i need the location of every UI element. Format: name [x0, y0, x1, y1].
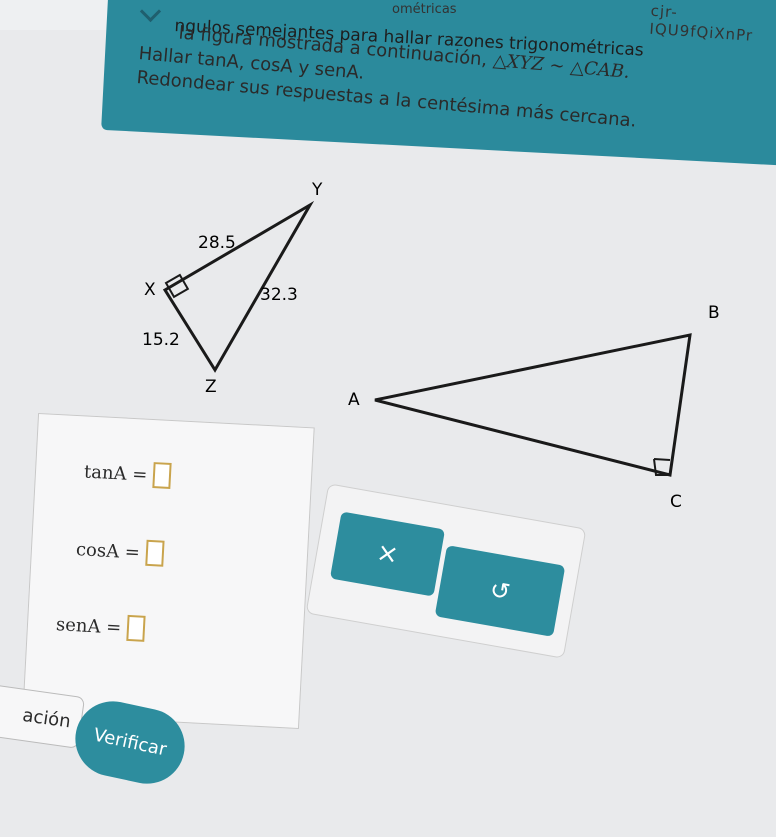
answer-label-tan: tanA = — [83, 460, 148, 486]
vertex-label-x: X — [144, 280, 156, 300]
answer-panel: tanA = cosA = senA = — [22, 412, 315, 730]
answer-label-sen: senA = — [55, 613, 122, 639]
verify-label: Verificar — [91, 724, 169, 761]
side-label-yz: 32.3 — [260, 285, 298, 305]
answer-row-tan: tanA = — [83, 458, 173, 490]
breadcrumb: ométricas — [392, 2, 457, 17]
undo-icon: ↺ — [487, 575, 513, 607]
vertex-label-b: B — [708, 303, 720, 323]
triangle-cab: B A C — [348, 303, 720, 512]
answer-label-cos: cosA = — [75, 538, 141, 563]
answer-row-cos: cosA = — [75, 536, 165, 567]
vertex-label-c: C — [670, 492, 682, 512]
problem-line-1-math: △XYZ ~ △CAB. — [492, 50, 631, 83]
side-label-xy: 28.5 — [198, 233, 236, 253]
explanation-label: ación — [21, 704, 73, 732]
triangle-xyz: Y X Z 28.5 32.3 15.2 — [142, 180, 323, 397]
vertex-label-a: A — [348, 390, 360, 410]
answer-row-sen: senA = — [55, 611, 146, 642]
tan-answer-input[interactable] — [152, 462, 173, 490]
side-label-xz: 15.2 — [142, 330, 180, 350]
page: ométricas cjr-IQU9fQiXnPr ngulos semejan… — [0, 0, 776, 791]
vertex-label-y: Y — [311, 180, 323, 200]
sen-answer-input[interactable] — [126, 614, 146, 642]
vertex-label-z: Z — [205, 377, 217, 397]
cos-answer-input[interactable] — [145, 539, 165, 567]
close-icon: × — [374, 537, 401, 571]
